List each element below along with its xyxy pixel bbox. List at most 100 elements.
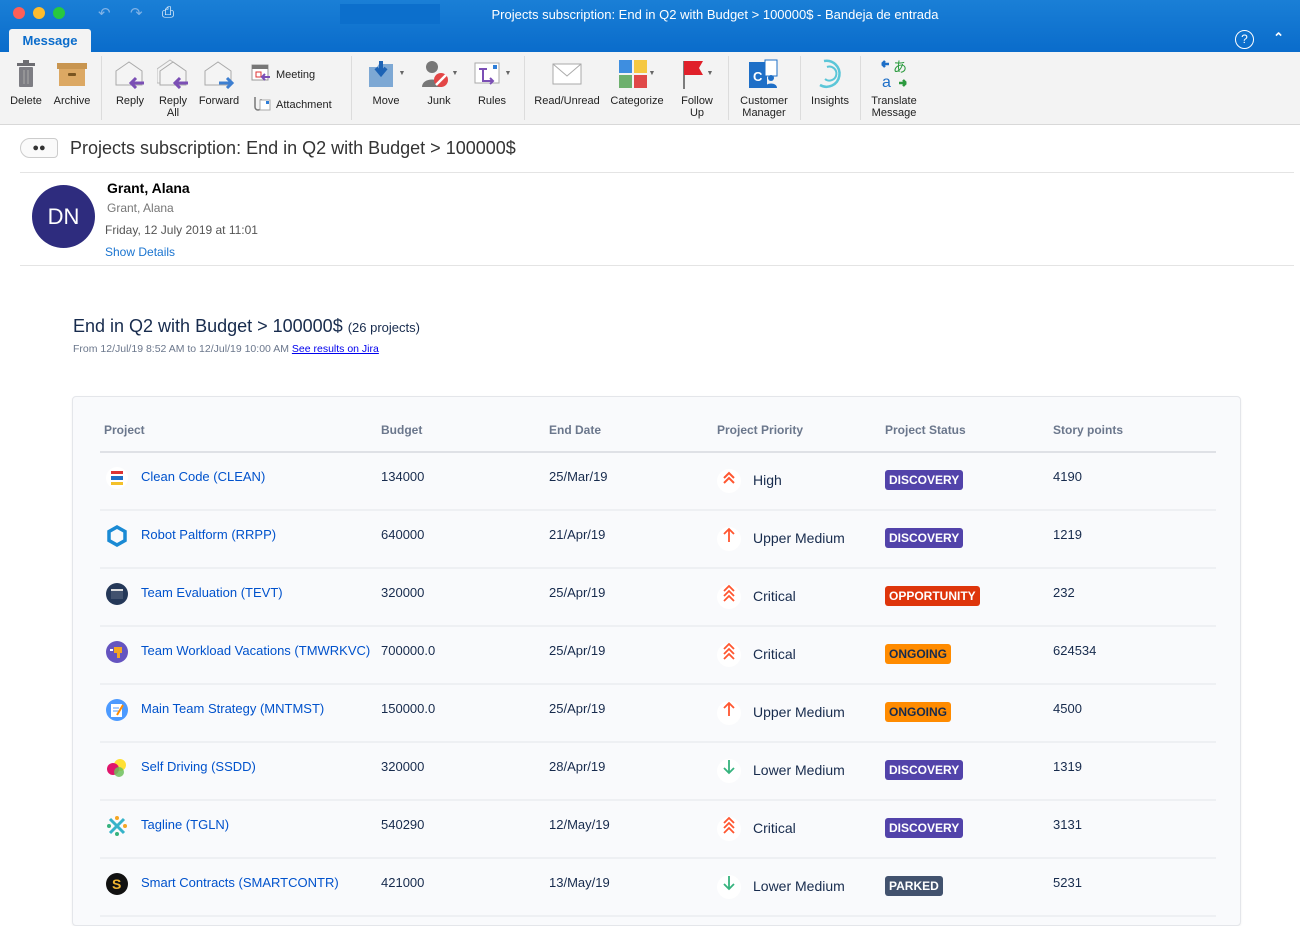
team-workload-project-icon [106, 641, 128, 663]
clean-code-project-icon [106, 467, 128, 489]
junk-icon: ▼ [415, 58, 463, 90]
priority-lower-medium-icon [717, 759, 741, 783]
column-header-end-date: End Date [549, 423, 602, 437]
project-link[interactable]: Clean Code (CLEAN) [141, 469, 265, 484]
reply-icon [111, 58, 149, 90]
paperclip-icon [251, 94, 271, 115]
jira-link[interactable]: See results on Jira [292, 343, 379, 355]
svg-text:S: S [112, 876, 121, 892]
report-title: End in Q2 with Budget > 100000$ (26 proj… [73, 316, 420, 336]
end-date-cell: 21/Apr/19 [549, 527, 606, 542]
translate-message-button[interactable]: あa Translate Message [866, 58, 922, 119]
story-points-cell: 1219 [1053, 527, 1082, 542]
scrollbar[interactable] [1294, 126, 1300, 910]
end-date-cell: 25/Apr/19 [549, 585, 606, 600]
story-points-cell: 232 [1053, 585, 1075, 600]
main-team-strategy-project-icon [106, 699, 128, 721]
table-row: Team Workload Vacations (TMWRKVC) 700000.… [100, 627, 1216, 685]
priority-critical-icon [717, 816, 741, 841]
status-badge: ONGOING [885, 702, 952, 722]
forward-button[interactable]: Forward [197, 58, 241, 107]
divider [20, 265, 1300, 266]
conversation-icon[interactable]: ●● [20, 138, 58, 158]
help-icon[interactable]: ? [1235, 30, 1254, 49]
attachment-button[interactable]: Attachment [251, 94, 332, 115]
priority-high-icon [717, 469, 741, 493]
archive-box-icon [50, 58, 94, 90]
status-badge: PARKED [885, 876, 943, 896]
divider [351, 56, 352, 120]
insights-icon [806, 58, 854, 90]
follow-up-button[interactable]: ▼ Follow Up [674, 58, 720, 119]
sender-name[interactable]: Grant, Alana [107, 180, 190, 196]
table-row: Robot Paltform (RRPP) 640000 21/Apr/19 Uppe… [100, 511, 1216, 569]
table-row: S Smart Contracts (SMARTCONTR) 421000 13/Ma… [100, 859, 1216, 917]
project-link[interactable]: Team Workload Vacations (TMWRKVC) [141, 643, 370, 658]
priority-label: High [753, 472, 782, 488]
show-details-link[interactable]: Show Details [105, 245, 175, 259]
projects-table: Project Budget End Date Project Priority… [72, 396, 1241, 926]
column-header-budget: Budget [381, 423, 423, 437]
svg-text:a: a [882, 74, 891, 89]
project-link[interactable]: Smart Contracts (SMARTCONTR) [141, 875, 339, 890]
rules-icon: ▼ [468, 58, 516, 90]
move-button[interactable]: ▼ Move [362, 58, 410, 107]
junk-button[interactable]: ▼ Junk [415, 58, 463, 107]
end-date-cell: 28/Apr/19 [549, 759, 606, 774]
reply-all-button[interactable]: Reply All [154, 58, 192, 119]
reply-all-icon [154, 58, 192, 90]
table-row: Tagline (TGLN) 540290 12/May/19 Critical DIS… [100, 801, 1216, 859]
priority-label: Lower Medium [753, 762, 845, 778]
column-header-story-points: Story points [1053, 423, 1124, 437]
status-badge: ONGOING [885, 644, 952, 664]
project-count: (26 projects) [347, 320, 420, 335]
story-points-cell: 3131 [1053, 817, 1082, 832]
ribbon-toolbar: Delete Archive Reply Reply All Forward M… [0, 52, 1300, 125]
priority-upper-medium-icon [717, 701, 741, 725]
collapse-ribbon-icon[interactable]: ⌃ [1273, 30, 1284, 46]
envelope-icon [531, 58, 603, 90]
reply-button[interactable]: Reply [111, 58, 149, 107]
priority-critical-icon [717, 584, 741, 609]
meeting-button[interactable]: Meeting [251, 64, 315, 85]
tab-message[interactable]: Message [9, 29, 91, 52]
status-badge: DISCOVERY [885, 818, 964, 838]
status-badge: DISCOVERY [885, 528, 964, 548]
story-points-cell: 4190 [1053, 469, 1082, 484]
status-badge: DISCOVERY [885, 470, 964, 490]
priority-lower-medium-icon [717, 875, 741, 899]
table-row: Team Evaluation (TEVT) 320000 25/Apr/19 Cri… [100, 569, 1216, 627]
team-evaluation-project-icon [106, 583, 128, 605]
translate-icon: あa [866, 58, 922, 90]
project-link[interactable]: Team Evaluation (TEVT) [141, 585, 283, 600]
customer-manager-button[interactable]: C Customer Manager [734, 58, 794, 119]
budget-cell: 150000.0 [381, 701, 436, 716]
email-subject: Projects subscription: End in Q2 with Bu… [70, 138, 516, 158]
self-driving-project-icon [106, 757, 128, 779]
end-date-cell: 12/May/19 [549, 817, 610, 832]
divider [524, 56, 525, 120]
rules-button[interactable]: ▼ Rules [468, 58, 516, 107]
priority-critical-icon [717, 642, 741, 667]
categorize-icon: ▼ [605, 58, 669, 90]
budget-cell: 320000 [381, 759, 425, 774]
title-bar: ↶ ↷ ⎙ Projects subscription: End in Q2 w… [0, 0, 1300, 52]
forward-icon [197, 58, 241, 90]
project-link[interactable]: Robot Paltform (RRPP) [141, 527, 276, 542]
status-badge: OPPORTUNITY [885, 586, 980, 606]
delete-button[interactable]: Delete [6, 58, 46, 107]
calendar-icon [251, 64, 271, 85]
svg-text:あ: あ [893, 60, 907, 76]
read-unread-button[interactable]: Read/Unread [531, 58, 603, 107]
archive-button[interactable]: Archive [50, 58, 94, 107]
project-link[interactable]: Self Driving (SSDD) [141, 759, 256, 774]
divider [20, 172, 1300, 173]
budget-cell: 700000.0 [381, 643, 436, 658]
project-link[interactable]: Main Team Strategy (MNTMST) [141, 701, 324, 716]
report-range: From 12/Jul/19 8:52 AM to 12/Jul/19 10:0… [73, 343, 379, 355]
end-date-cell: 25/Apr/19 [549, 643, 606, 658]
divider [101, 56, 102, 120]
insights-button[interactable]: Insights [806, 58, 854, 107]
categorize-button[interactable]: ▼ Categorize [605, 58, 669, 107]
project-link[interactable]: Tagline (TGLN) [141, 817, 229, 832]
